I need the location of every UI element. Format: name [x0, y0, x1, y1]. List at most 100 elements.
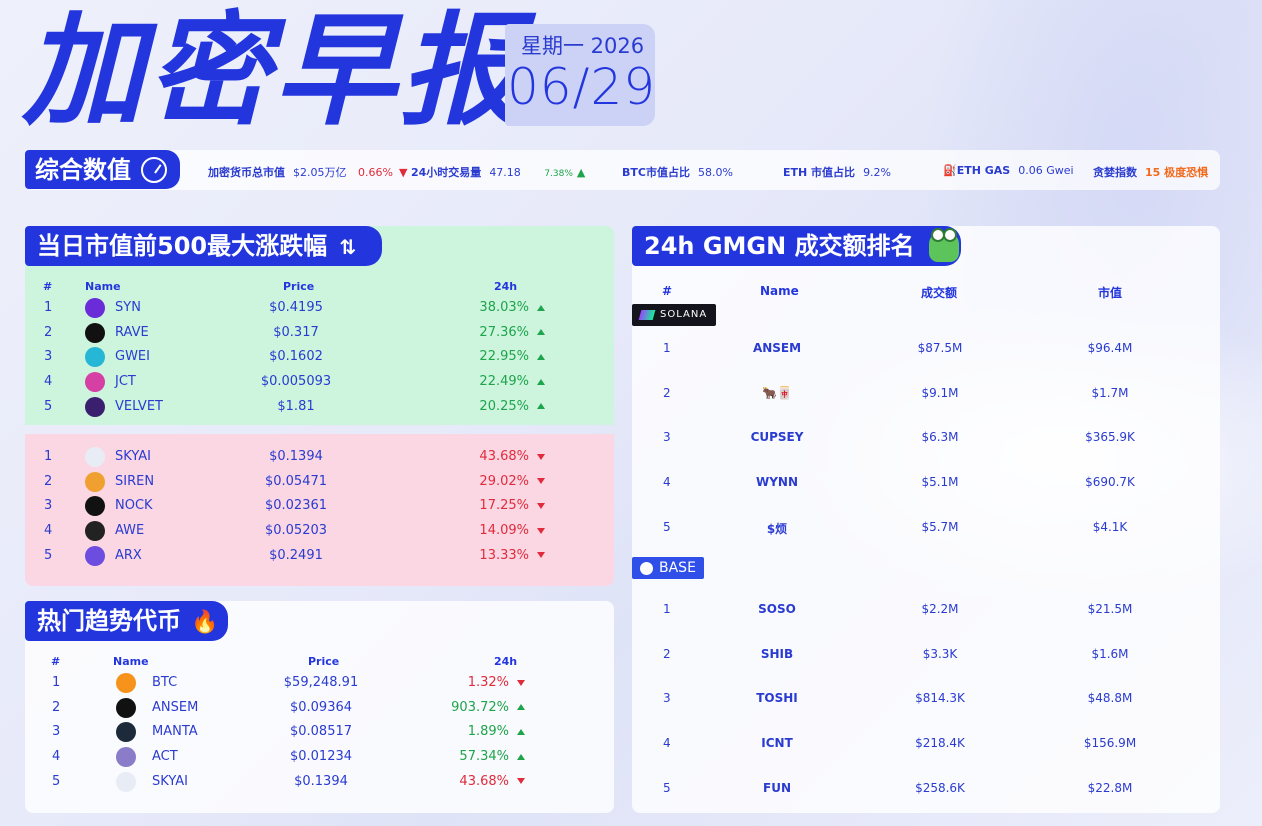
up-arrow-icon — [517, 704, 525, 711]
mover-name: SKYAI — [115, 449, 151, 464]
down-arrow-icon — [537, 453, 545, 460]
trending-change: 43.68% — [410, 774, 525, 789]
mover-change: 13.33% — [430, 548, 545, 563]
mover-rank: 3 — [44, 349, 53, 365]
page-title: 加密早报 — [22, 0, 526, 142]
mover-price: $0.02361 — [264, 498, 328, 514]
mover-name: VELVET — [115, 398, 163, 414]
movers-title: 当日市值前500最大涨跌幅 ⇅ — [25, 226, 382, 266]
movers-header-name: Name — [85, 280, 121, 293]
stats-title-text: 综合数值 — [35, 155, 131, 184]
trending-change-value: 57.34% — [459, 749, 509, 765]
up-arrow-icon — [537, 378, 545, 385]
gmgn-mcap: $1.6M — [1091, 646, 1129, 661]
mover-price: $0.1394 — [269, 449, 323, 464]
mover-rank: 5 — [44, 398, 53, 414]
stat-market-cap-value: $2.05万亿 — [293, 166, 347, 179]
trending-change-value: 1.32% — [467, 675, 509, 690]
gmgn-mcap: $1.7M — [1091, 385, 1129, 400]
up-arrow-icon — [517, 728, 525, 735]
movers-header-price: Price — [283, 280, 315, 293]
mover-rank: 4 — [44, 374, 53, 390]
gmgn-name: TOSHI — [756, 691, 798, 706]
solana-badge: SOLANA — [632, 304, 716, 326]
coin-icon — [116, 673, 136, 693]
mover-price: $1.81 — [277, 398, 315, 414]
gmgn-name: $烦 — [766, 521, 788, 536]
gmgn-volume: $5.1M — [921, 475, 959, 490]
coin-icon — [85, 396, 105, 417]
mover-name: AWE — [115, 523, 145, 539]
fire-icon: 🔥 — [191, 610, 219, 635]
gmgn-name: WYNN — [755, 475, 798, 490]
base-label: BASE — [659, 560, 696, 576]
stat-btc-value: 58.0% — [697, 166, 733, 179]
mover-price: $0.05471 — [264, 473, 328, 489]
gmgn-mcap: $4.1K — [1092, 519, 1128, 534]
stat-fear-label: 贪婪指数 — [1093, 166, 1137, 179]
trending-price: $59,248.91 — [283, 675, 359, 690]
stat-eth-value: 9.2% — [863, 166, 892, 179]
trending-price: $0.09364 — [289, 699, 353, 715]
coin-icon — [116, 747, 136, 768]
mover-rank: 2 — [44, 324, 53, 340]
mover-price: $0.317 — [273, 324, 319, 340]
stat-market-cap-label: 加密货币总市值 — [208, 166, 285, 179]
trending-rank: 2 — [52, 699, 61, 715]
gmgn-name: ICNT — [761, 736, 793, 751]
mover-change-value: 38.03% — [479, 300, 529, 315]
mover-change: 14.09% — [430, 523, 545, 538]
gmgn-rank: 4 — [663, 736, 671, 751]
mover-price: $0.1602 — [269, 349, 323, 365]
trending-title: 热门趋势代币 🔥 — [25, 601, 228, 641]
stat-gas-value: 0.06 Gwei — [1018, 164, 1074, 177]
mover-rank: 5 — [44, 547, 53, 563]
gmgn-header-rank: # — [662, 284, 673, 298]
mover-change: 22.49% — [430, 374, 545, 389]
down-arrow-icon — [517, 679, 525, 686]
up-arrow-icon — [537, 329, 545, 336]
mover-rank: 4 — [44, 523, 53, 539]
mover-change: 27.36% — [430, 325, 545, 340]
movers-header-change: 24h — [494, 280, 518, 293]
gmgn-title-text: 24h GMGN 成交额排名 — [644, 232, 915, 260]
mover-change: 22.95% — [430, 349, 545, 364]
trending-rank: 4 — [52, 749, 61, 765]
stat-eth-dominance: ETH 市值占比 9.2% — [783, 164, 891, 180]
stats-title: 综合数值 — [25, 150, 180, 189]
gas-pump-icon: ⛽ — [943, 164, 957, 177]
down-arrow-icon: ▼ — [398, 166, 408, 179]
mover-change-value: 29.02% — [479, 473, 529, 489]
trending-change-value: 903.72% — [451, 699, 509, 715]
gmgn-name: CUPSEY — [750, 430, 804, 445]
mover-change: 29.02% — [430, 474, 545, 489]
mover-name: RAVE — [115, 324, 149, 340]
gmgn-rank: 5 — [663, 519, 671, 534]
up-arrow-icon — [537, 353, 545, 360]
gmgn-rank: 1 — [663, 341, 671, 355]
weekday-label: 星期一 2026 — [521, 34, 645, 58]
trending-name: MANTA — [152, 724, 198, 740]
mover-price: $0.005093 — [260, 374, 332, 390]
coin-icon — [116, 771, 136, 792]
up-down-arrows-icon: ⇅ — [339, 235, 357, 259]
coin-icon — [85, 372, 105, 393]
trending-price: $0.08517 — [289, 724, 353, 740]
trending-price: $0.1394 — [294, 773, 348, 789]
frog-icon — [928, 228, 959, 262]
mover-name: SIREN — [115, 473, 155, 489]
movers-title-text: 当日市值前500最大涨跌幅 — [37, 232, 328, 260]
gmgn-rank: 2 — [663, 646, 671, 661]
mover-name: ARX — [115, 547, 142, 563]
gmgn-rank: 5 — [663, 780, 671, 795]
gmgn-mcap: $690.7K — [1085, 475, 1135, 490]
stat-gas-label: ETH GAS — [956, 164, 1011, 177]
stat-market-cap-change: 0.66% — [358, 166, 393, 179]
solana-label: SOLANA — [660, 309, 708, 320]
gauge-icon — [141, 156, 167, 183]
mover-change-value: 13.33% — [479, 547, 529, 563]
mover-rank: 2 — [44, 473, 53, 489]
trending-title-text: 热门趋势代币 — [37, 607, 181, 635]
base-logo-icon — [640, 561, 653, 575]
trending-change: 1.89% — [410, 724, 525, 739]
